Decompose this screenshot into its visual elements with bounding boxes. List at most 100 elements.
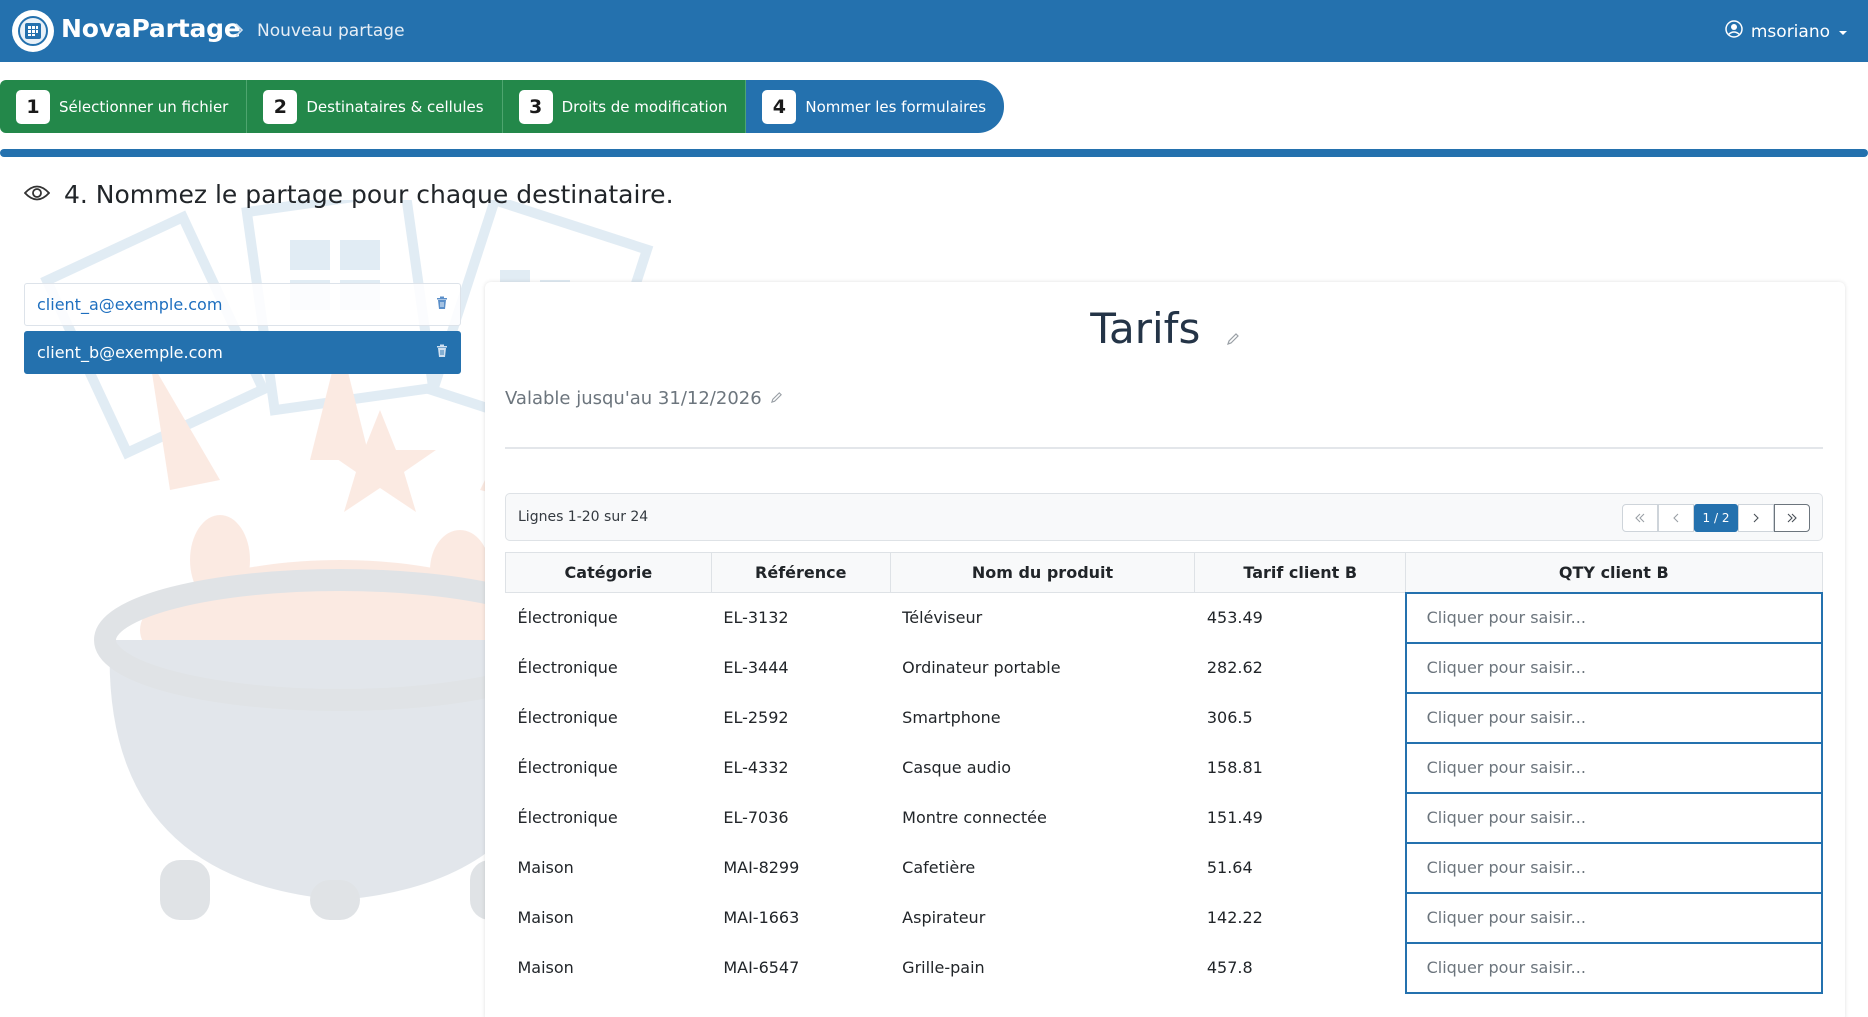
- qty-input-cell[interactable]: Cliquer pour saisir...: [1404, 741, 1824, 794]
- recipient-email: client_b@exemple.com: [37, 343, 223, 362]
- step-number: 3: [518, 89, 553, 124]
- table-toolbar: Lignes 1-20 sur 24 1 / 2: [505, 493, 1823, 541]
- recipient-item[interactable]: client_b@exemple.com: [24, 331, 461, 374]
- column-header: Nom du produit: [889, 552, 1196, 593]
- cell-product: Téléviseur: [902, 608, 983, 628]
- cell-reference: EL-7036: [723, 808, 789, 827]
- form-title[interactable]: Tarifs: [1090, 304, 1200, 353]
- form-title-row: Tarifs: [485, 304, 1845, 356]
- column-header: Catégorie: [505, 552, 712, 593]
- cell-price: 306.5: [1206, 708, 1253, 727]
- cell-price: 142.22: [1206, 908, 1263, 927]
- pencil-icon[interactable]: [1226, 307, 1240, 356]
- step-label: Destinataires & cellules: [306, 97, 484, 116]
- page-title: 4. Nommez le partage pour chaque destina…: [64, 180, 674, 209]
- cell-category: Électronique: [517, 658, 618, 677]
- step-number: 4: [762, 89, 797, 124]
- step-1[interactable]: 1 Sélectionner un fichier: [0, 80, 248, 133]
- pagination: 1 / 2: [1622, 504, 1810, 532]
- table-row: Électronique EL-7036 Montre connectée 15…: [506, 791, 1824, 844]
- table-row: Maison MAI-6547 Grille-pain 457.8 Clique…: [506, 941, 1824, 994]
- cell-category: Maison: [517, 958, 574, 977]
- step-number: 2: [263, 89, 298, 124]
- cell-reference: MAI-6547: [723, 958, 800, 977]
- cell-category: Maison: [517, 858, 574, 877]
- qty-input-cell[interactable]: Cliquer pour saisir...: [1404, 591, 1824, 644]
- table-row: Électronique EL-3132 Téléviseur 453.49 C…: [506, 591, 1824, 644]
- cell-reference: EL-3132: [723, 608, 789, 628]
- last-page-button[interactable]: [1774, 504, 1810, 532]
- cell-price: 51.64: [1206, 858, 1253, 877]
- cell-category: Maison: [517, 908, 574, 927]
- prev-page-button[interactable]: [1658, 504, 1694, 532]
- trash-icon[interactable]: [436, 295, 448, 314]
- qty-input-cell[interactable]: Cliquer pour saisir...: [1404, 841, 1824, 894]
- qty-input-cell[interactable]: Cliquer pour saisir...: [1404, 941, 1824, 994]
- table-row: Électronique EL-3444 Ordinateur portable…: [506, 641, 1824, 694]
- step-label: Droits de modification: [561, 97, 728, 116]
- qty-input-cell[interactable]: Cliquer pour saisir...: [1404, 891, 1824, 944]
- user-menu[interactable]: msoriano: [1725, 20, 1848, 43]
- username: msoriano: [1750, 21, 1830, 42]
- data-table: Catégorie Référence Nom du produit Tarif…: [505, 552, 1824, 994]
- step-2[interactable]: 2 Destinataires & cellules: [247, 80, 503, 133]
- qty-input-cell[interactable]: Cliquer pour saisir...: [1404, 641, 1824, 694]
- table-row: Électronique EL-2592 Smartphone 306.5 Cl…: [506, 691, 1824, 744]
- step-4[interactable]: 4 Nommer les formulaires: [746, 80, 1005, 133]
- cell-price: 158.81: [1206, 758, 1263, 777]
- first-page-button[interactable]: [1622, 504, 1658, 532]
- column-header: Référence: [710, 552, 891, 593]
- wizard-stepper: 1 Sélectionner un fichier 2 Destinataire…: [0, 80, 1005, 133]
- cell-product: Casque audio: [902, 758, 1012, 777]
- brand-name[interactable]: NovaPartage: [61, 14, 241, 43]
- wizard-progress-bar: [0, 149, 1868, 157]
- user-circle-icon: [1725, 20, 1743, 43]
- step-3[interactable]: 3 Droits de modification: [502, 80, 747, 133]
- cell-product: Grille-pain: [902, 958, 985, 977]
- cell-product: Aspirateur: [902, 908, 986, 927]
- table-row: Maison MAI-1663 Aspirateur 142.22 Clique…: [506, 891, 1824, 944]
- qty-input-cell[interactable]: Cliquer pour saisir...: [1404, 691, 1824, 744]
- cell-reference: EL-4332: [723, 758, 789, 777]
- logo-grid-icon: [18, 16, 48, 46]
- cell-reference: MAI-8299: [723, 858, 800, 877]
- table-row: Maison MAI-8299 Cafetière 51.64 Cliquer …: [506, 841, 1824, 894]
- cell-category: Électronique: [517, 608, 618, 628]
- pencil-icon[interactable]: [770, 388, 783, 409]
- cell-product: Smartphone: [902, 708, 1001, 727]
- recipient-list: client_a@exemple.com client_b@exemple.co…: [24, 283, 461, 379]
- next-page-button[interactable]: [1738, 504, 1774, 532]
- app-logo[interactable]: [12, 10, 54, 52]
- form-preview-card: Tarifs Valable jusqu'au 31/12/2026 Ligne…: [485, 282, 1845, 1017]
- step-label: Nommer les formulaires: [805, 97, 987, 116]
- trash-icon[interactable]: [436, 343, 448, 362]
- form-subtitle[interactable]: Valable jusqu'au 31/12/2026: [505, 388, 762, 409]
- cell-product: Ordinateur portable: [902, 658, 1061, 677]
- eye-icon: [23, 184, 51, 206]
- cell-category: Électronique: [517, 758, 618, 777]
- chevron-right-icon: [233, 22, 245, 42]
- cell-price: 151.49: [1206, 808, 1263, 827]
- column-header: QTY client B: [1405, 552, 1823, 594]
- divider: [505, 447, 1823, 449]
- cell-product: Cafetière: [902, 858, 976, 877]
- caret-down-icon: [1838, 22, 1848, 42]
- step-label: Sélectionner un fichier: [59, 97, 229, 116]
- cell-reference: EL-3444: [723, 658, 789, 677]
- current-page: 1 / 2: [1694, 504, 1738, 532]
- cell-price: 282.62: [1206, 658, 1263, 677]
- cell-price: 453.49: [1206, 608, 1263, 628]
- step-number: 1: [16, 89, 50, 124]
- rows-count: Lignes 1-20 sur 24: [518, 509, 649, 525]
- breadcrumb-current: Nouveau partage: [257, 21, 405, 41]
- column-header: Tarif client B: [1194, 552, 1407, 593]
- step-heading: 4. Nommez le partage pour chaque destina…: [23, 180, 674, 209]
- cell-category: Électronique: [517, 708, 618, 727]
- recipient-email: client_a@exemple.com: [37, 295, 223, 314]
- cell-reference: MAI-1663: [723, 908, 800, 927]
- cell-product: Montre connectée: [902, 808, 1047, 827]
- qty-input-cell[interactable]: Cliquer pour saisir...: [1404, 791, 1824, 844]
- cell-reference: EL-2592: [723, 708, 789, 727]
- cell-price: 457.8: [1206, 958, 1253, 977]
- recipient-item[interactable]: client_a@exemple.com: [24, 283, 461, 326]
